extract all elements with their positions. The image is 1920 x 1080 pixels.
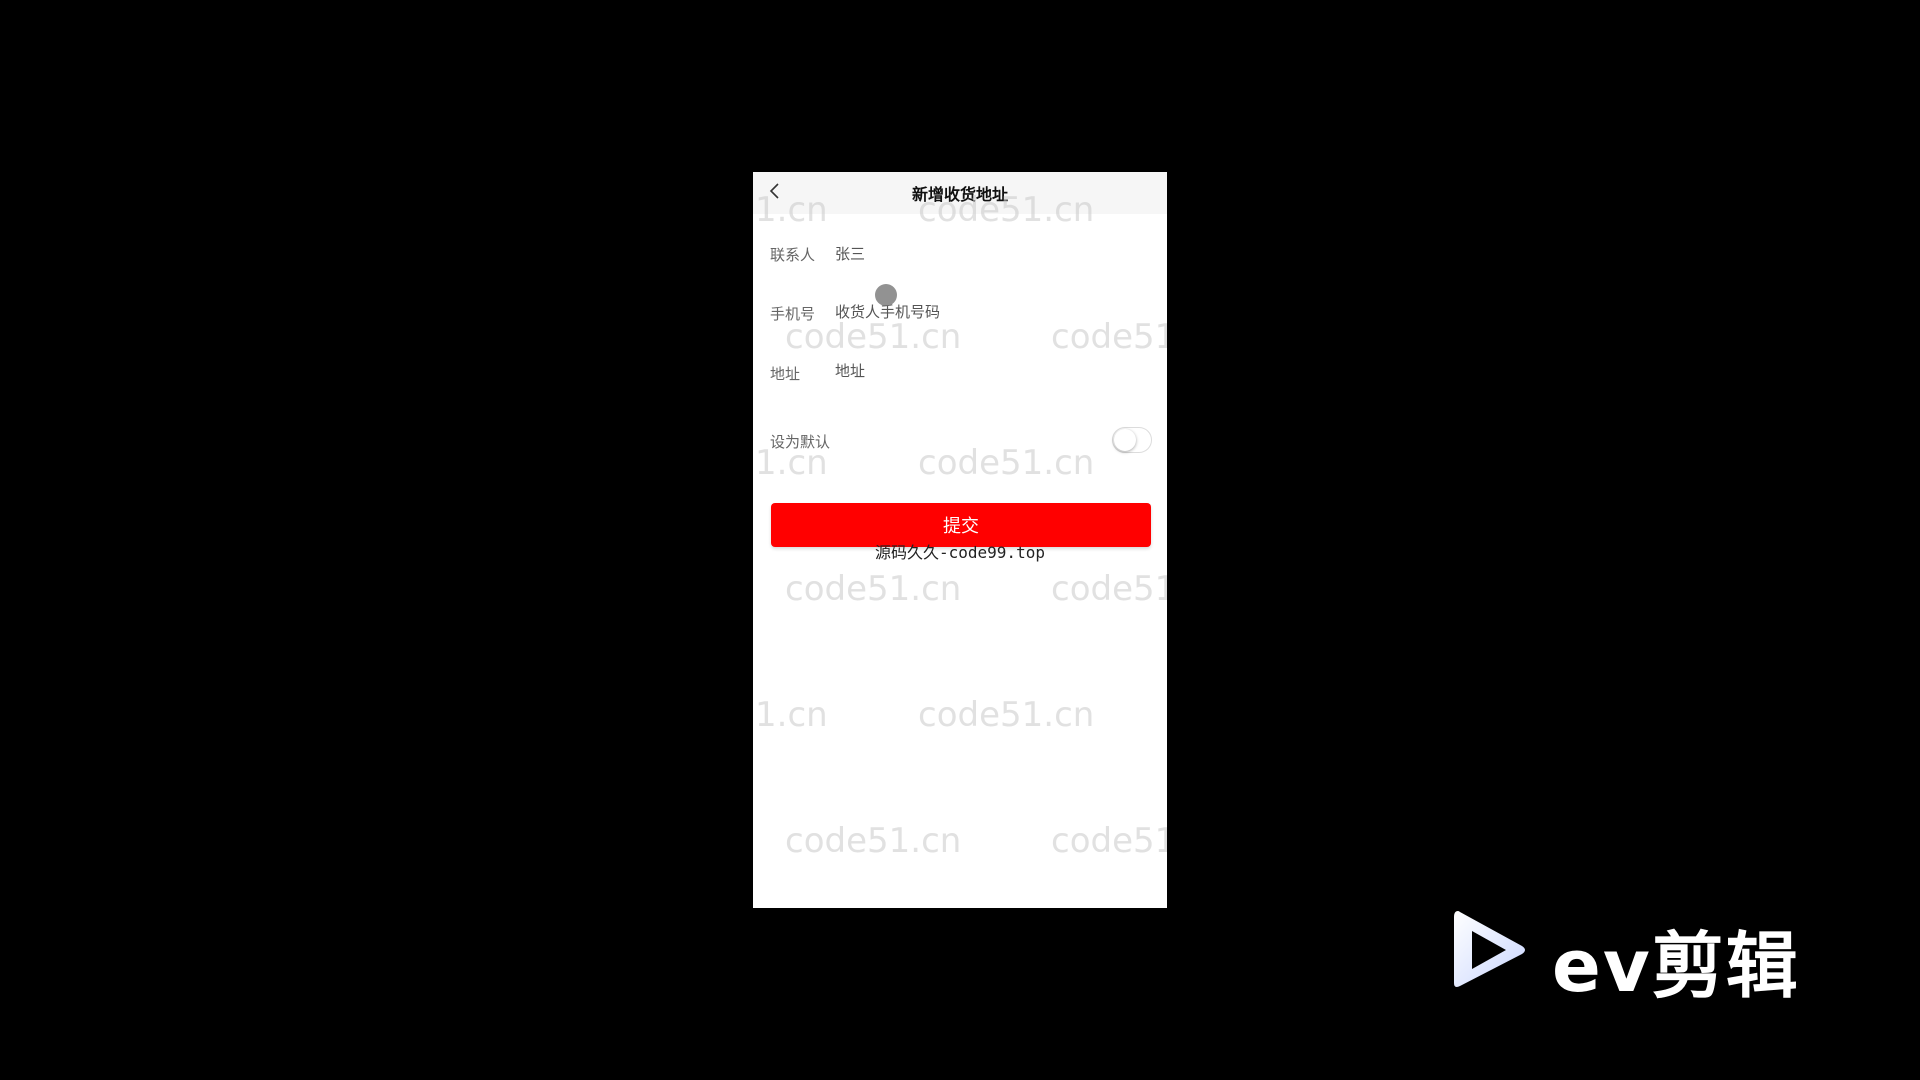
submit-button[interactable]: 提交 xyxy=(771,503,1151,547)
watermark-text: code51.cn xyxy=(785,569,962,609)
address-label: 地址 xyxy=(770,365,801,383)
contact-label: 联系人 xyxy=(770,246,816,264)
watermark-text: 1.cn xyxy=(755,695,828,735)
watermark-text: code51.cn xyxy=(785,821,962,861)
app-watermark-text: ev剪辑 xyxy=(1552,924,1800,1008)
toggle-knob xyxy=(1114,429,1136,451)
watermark-text: code51.cn xyxy=(918,443,1095,483)
watermark-text: code51.cn xyxy=(918,695,1095,735)
address-input[interactable] xyxy=(835,359,1135,383)
play-logo-icon xyxy=(1450,905,1530,995)
touch-indicator xyxy=(875,284,897,306)
app-watermark-logo: ev剪辑 xyxy=(1450,905,1830,1008)
default-address-toggle[interactable] xyxy=(1112,427,1152,453)
watermark-text: code51 xyxy=(1051,821,1167,861)
default-label: 设为默认 xyxy=(770,433,831,451)
page-title: 新增收货地址 xyxy=(911,185,1008,204)
contact-name-input[interactable] xyxy=(835,241,1135,265)
phone-screen: 新增收货地址 1.cn code51.cn code51.cn code51 1… xyxy=(753,172,1167,908)
phone-label: 手机号 xyxy=(770,305,816,323)
watermark-text: code51 xyxy=(1051,569,1167,609)
navigation-bar: 新增收货地址 xyxy=(753,172,1167,214)
